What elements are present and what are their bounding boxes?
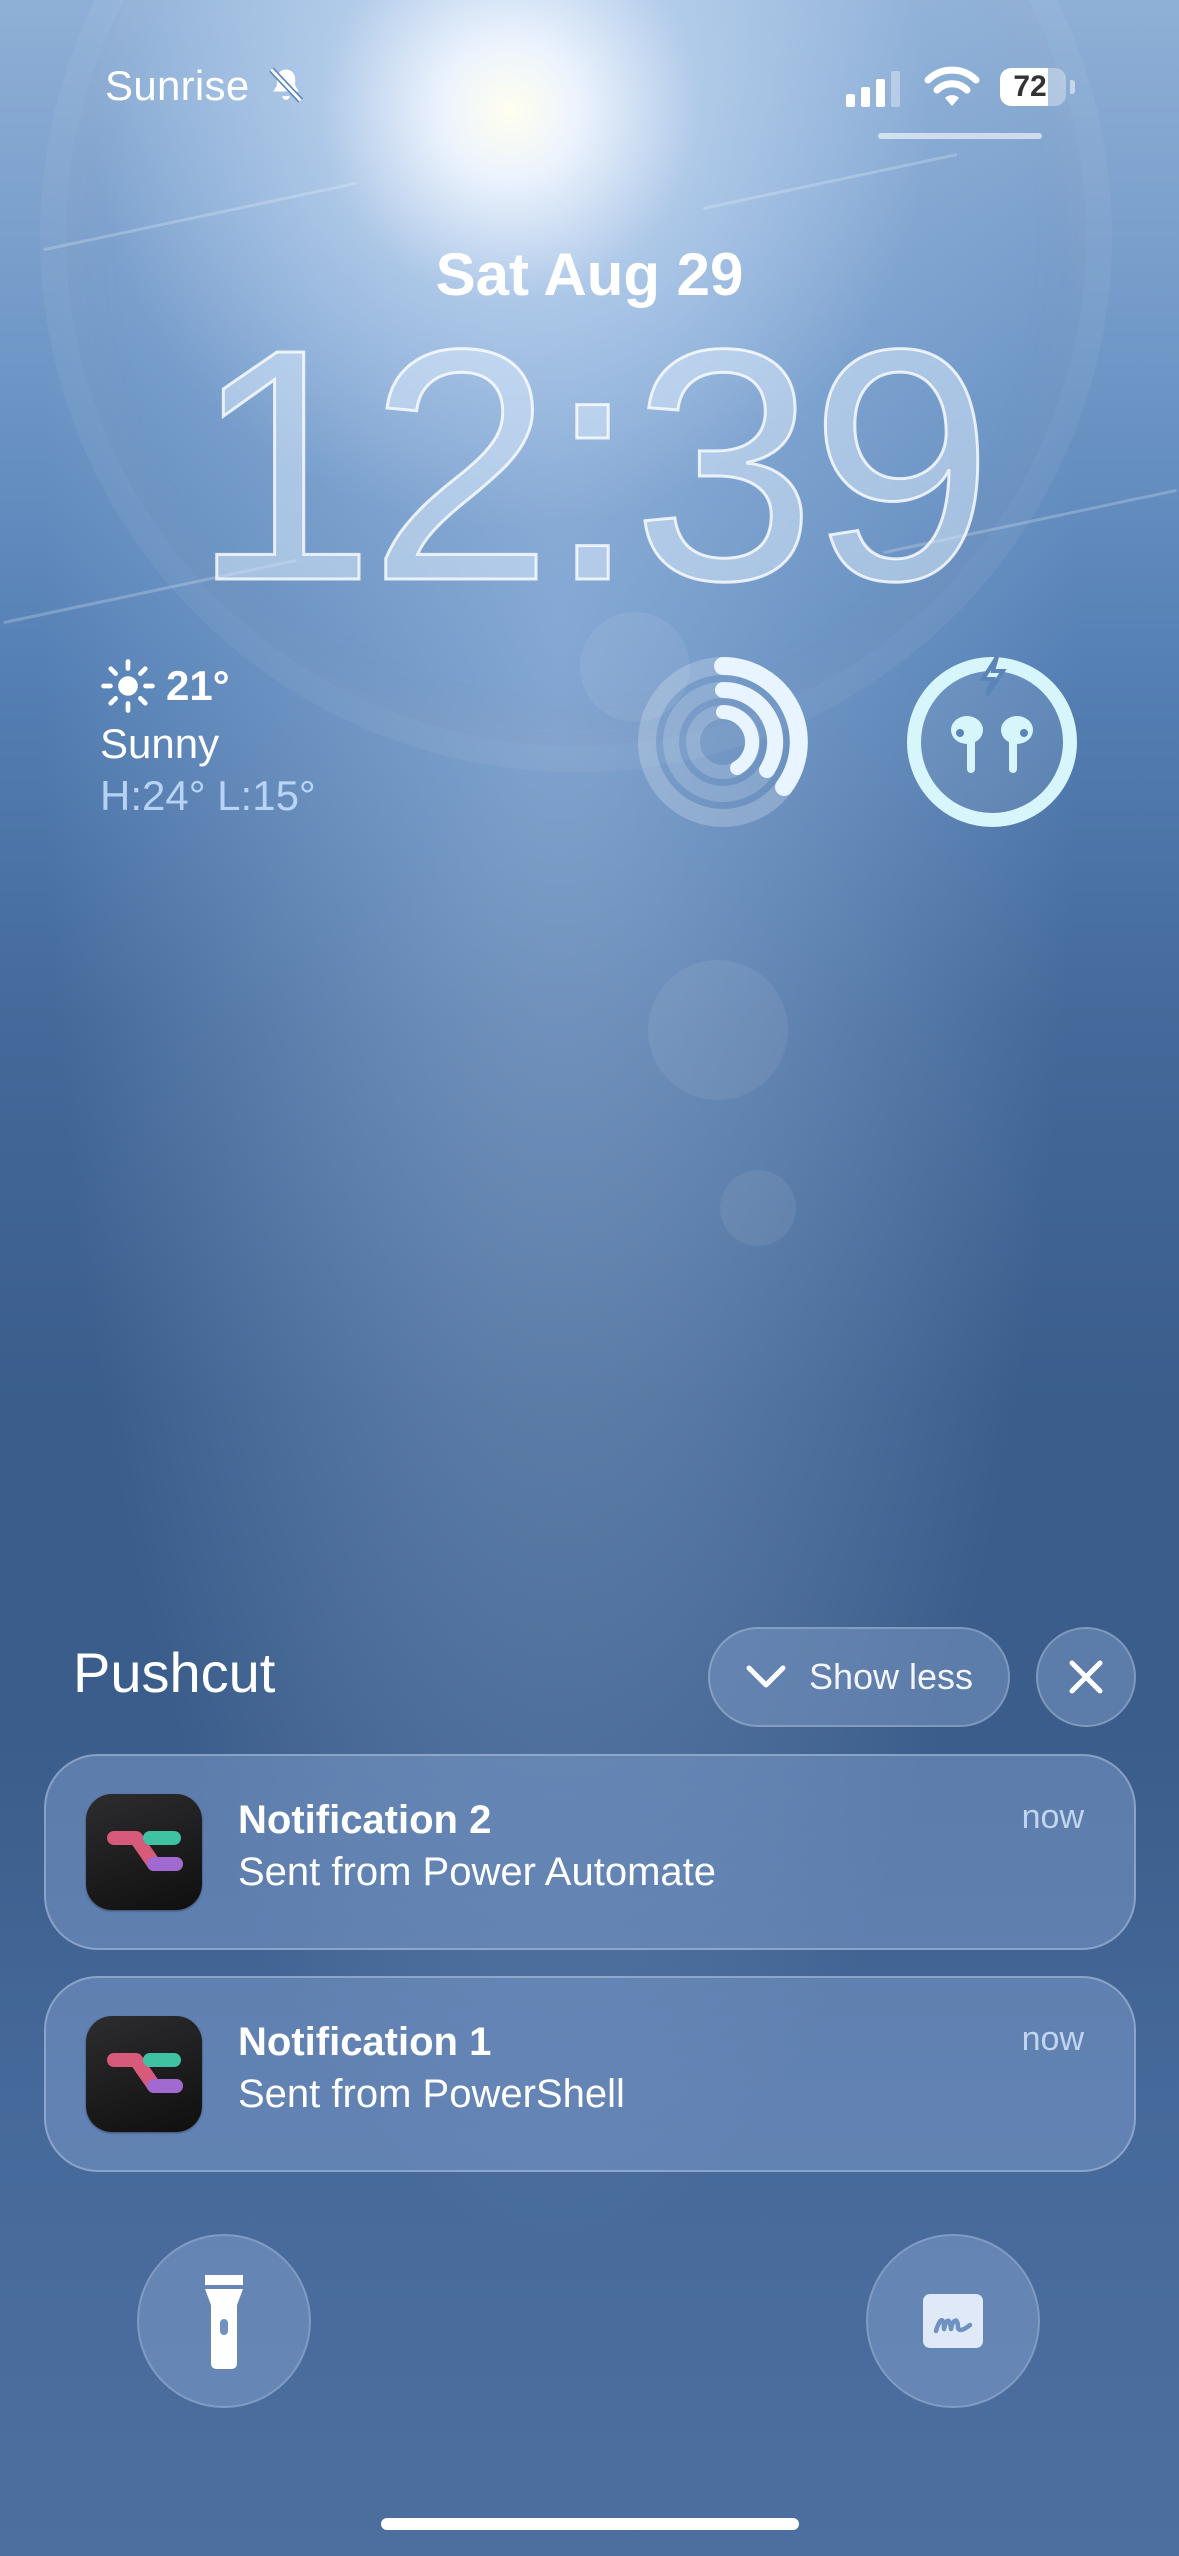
pushcut-app-icon — [86, 1794, 202, 1910]
sun-icon — [101, 659, 155, 713]
show-less-label: Show less — [808, 1656, 974, 1697]
status-bar: Sunrise 72 — [0, 0, 1179, 160]
bell-slash-icon — [268, 67, 303, 103]
show-less-button[interactable]: Show less — [708, 1627, 1010, 1727]
flashlight-icon — [205, 2275, 243, 2369]
weather-high-low: H:24° L:15° — [100, 772, 316, 819]
notification-time: now — [1021, 2020, 1084, 2058]
notification-card[interactable]: Notification 1 Sent from PowerShell now — [44, 1976, 1136, 2172]
freeform-icon — [923, 2294, 983, 2348]
battery-icon: 72 — [1000, 68, 1066, 106]
notification-title: Notification 1 — [238, 2020, 492, 2064]
flashlight-button[interactable] — [137, 2234, 311, 2408]
wifi-icon — [924, 66, 980, 106]
notification-body: Sent from Power Automate — [238, 1850, 717, 1894]
close-icon — [1069, 1660, 1103, 1694]
notification-time: now — [1021, 1798, 1084, 1836]
battery-level: 72 — [1013, 70, 1047, 103]
lens-flare — [720, 1170, 796, 1246]
lock-time[interactable]: 12:39 — [0, 298, 1179, 631]
cellular-signal-icon — [846, 71, 900, 107]
chevron-down-icon — [746, 1665, 786, 1688]
activity-rings-icon — [638, 657, 808, 827]
freeform-button[interactable] — [866, 2234, 1040, 2408]
airpods-battery-widget[interactable] — [905, 655, 1079, 829]
airpods-charging-icon — [907, 655, 1077, 827]
carrier-name: Sunrise — [105, 62, 250, 109]
weather-temperature: 21° — [166, 662, 230, 709]
battery-tip — [1070, 80, 1075, 94]
clear-notifications-button[interactable] — [1036, 1627, 1136, 1727]
cloud-streak — [702, 153, 958, 210]
notification-group-title: Pushcut — [73, 1641, 276, 1704]
weather-widget[interactable]: 21° Sunny H:24° L:15° — [100, 658, 316, 820]
status-indicator-bar — [878, 133, 1042, 139]
lens-flare — [648, 960, 788, 1100]
notification-title: Notification 2 — [238, 1798, 492, 1842]
notification-body: Sent from PowerShell — [238, 2072, 625, 2116]
carrier: Sunrise — [105, 62, 308, 110]
pushcut-app-icon — [86, 2016, 202, 2132]
weather-condition: Sunny — [100, 720, 220, 767]
home-indicator[interactable] — [381, 2518, 799, 2530]
notification-card[interactable]: Notification 2 Sent from Power Automate … — [44, 1754, 1136, 1950]
activity-widget[interactable] — [636, 655, 810, 829]
